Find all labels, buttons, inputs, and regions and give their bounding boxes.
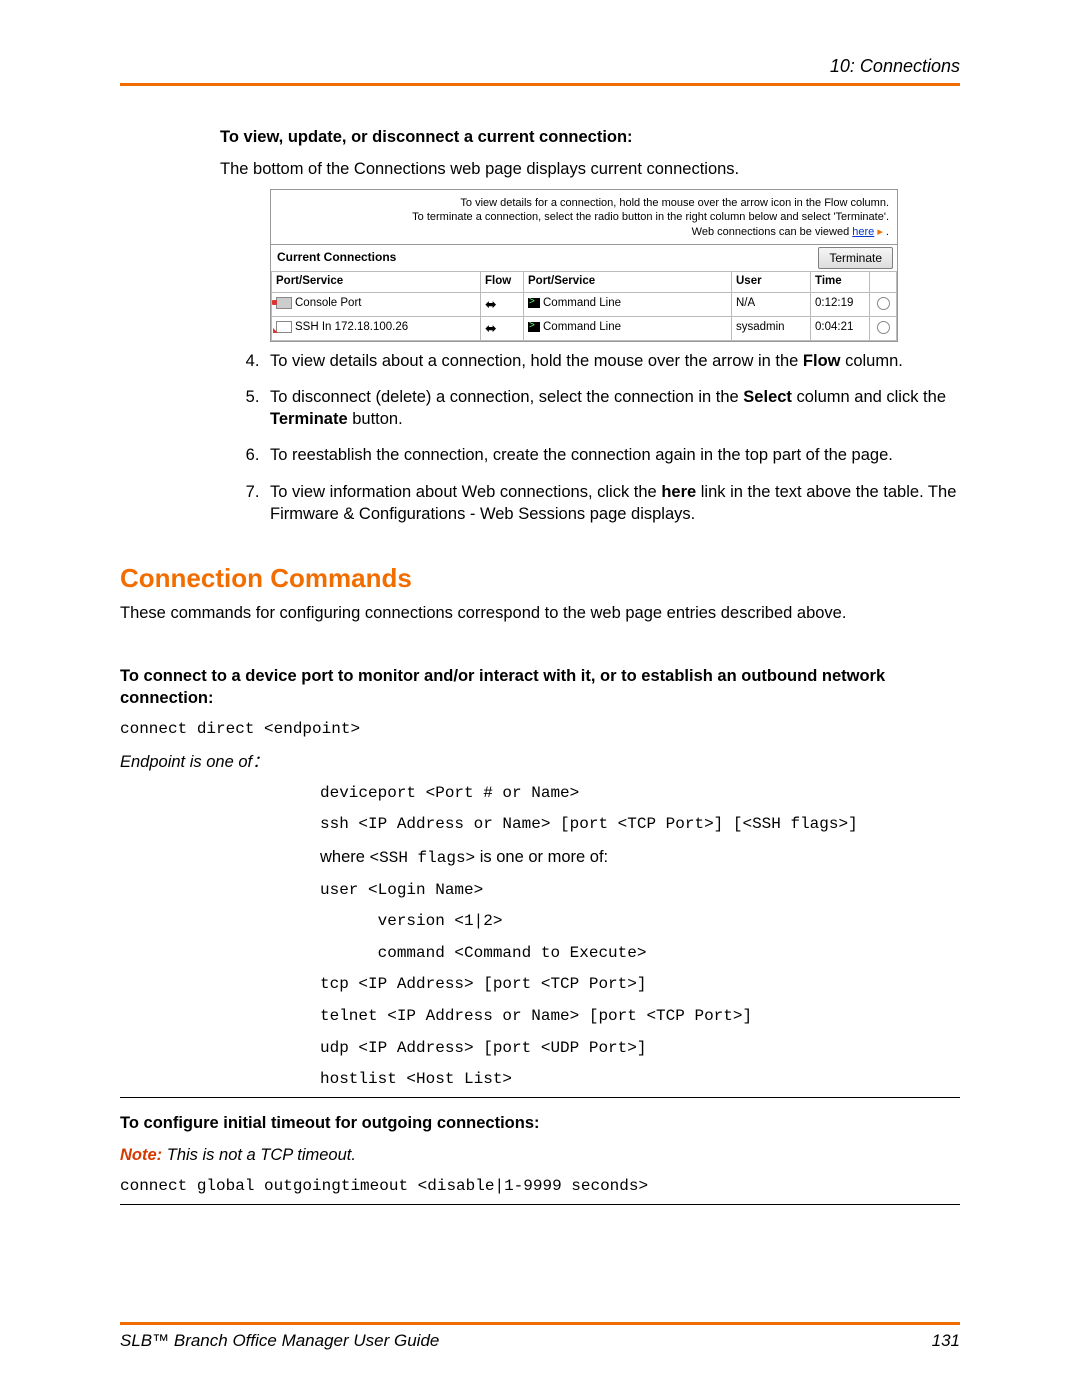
cmd-outgoing-timeout: connect global outgoingtimeout <disable|… (120, 1176, 960, 1198)
cell-user: sysadmin (732, 316, 811, 340)
cell-time: 0:04:21 (811, 316, 870, 340)
endpoint-version: version <1|2> (320, 911, 960, 933)
screenshot-tip-2: To terminate a connection, select the ra… (279, 210, 889, 225)
endpoint-udp: udp <IP Address> [port <UDP Port>] (320, 1038, 960, 1060)
instruction-list: To view details about a connection, hold… (220, 350, 960, 526)
command-line-icon (528, 322, 540, 332)
note-label: Note: (120, 1146, 162, 1164)
col-port-service-1: Port/Service (272, 272, 481, 293)
web-connections-link[interactable]: here (852, 226, 874, 238)
cell-ps2: Command Line (543, 321, 621, 333)
step-6: To reestablish the connection, create th… (264, 444, 960, 466)
select-radio[interactable] (877, 297, 890, 310)
endpoint-ssh: ssh <IP Address or Name> [port <TCP Port… (320, 814, 960, 836)
page-footer: SLB™ Branch Office Manager User Guide 13… (120, 1322, 960, 1351)
section-intro: The bottom of the Connections web page d… (220, 158, 960, 180)
terminate-button[interactable]: Terminate (818, 247, 893, 269)
chevron-right-icon: ▸ (874, 226, 883, 238)
endpoint-user: user <Login Name> (320, 880, 960, 902)
endpoint-tcp: tcp <IP Address> [port <TCP Port>] (320, 974, 960, 996)
table-row: Console Port ⬌ Command Line N/A 0:12:19 (272, 292, 897, 316)
cell-user: N/A (732, 292, 811, 316)
step-7: To view information about Web connection… (264, 481, 960, 526)
connections-screenshot: To view details for a connection, hold t… (270, 189, 898, 342)
col-flow: Flow (481, 272, 524, 293)
endpoint-deviceport: deviceport <Port # or Name> (320, 783, 960, 805)
col-user: User (732, 272, 811, 293)
cell-time: 0:12:19 (811, 292, 870, 316)
table-row: SSH In 172.18.100.26 ⬌ Command Line sysa… (272, 316, 897, 340)
connection-commands-heading: Connection Commands (120, 561, 960, 596)
chapter-label: 10: Connections (120, 56, 960, 77)
endpoint-hostlist: hostlist <Host List> (320, 1069, 960, 1091)
endpoint-command: command <Command to Execute> (320, 943, 960, 965)
col-select (870, 272, 897, 293)
cell-ps1: SSH In 172.18.100.26 (295, 321, 408, 333)
screenshot-tip-1: To view details for a connection, hold t… (279, 196, 889, 211)
endpoint-telnet: telnet <IP Address or Name> [port <TCP P… (320, 1006, 960, 1028)
cell-ps2: Command Line (543, 297, 621, 309)
screenshot-tip-3b: . (883, 226, 889, 238)
current-connections-label: Current Connections (271, 245, 814, 271)
timeout-heading: To configure initial timeout for outgoin… (120, 1112, 960, 1134)
footer-guide-title: SLB™ Branch Office Manager User Guide (120, 1331, 439, 1351)
footer-page-number: 131 (932, 1331, 960, 1351)
step-4: To view details about a connection, hold… (264, 350, 960, 372)
connections-table: Port/Service Flow Port/Service User Time… (271, 271, 897, 340)
ssh-in-icon (276, 321, 292, 333)
header-rule (120, 83, 960, 86)
ssh-flags-where-c: is one or more of: (475, 848, 608, 866)
divider (120, 1204, 960, 1205)
note-text: This is not a TCP timeout. (162, 1146, 356, 1164)
connect-heading: To connect to a device port to monitor a… (120, 665, 960, 710)
cmd-connect-direct: connect direct <endpoint> (120, 719, 960, 741)
flow-arrow-icon[interactable]: ⬌ (481, 292, 524, 316)
select-radio[interactable] (877, 321, 890, 334)
flow-arrow-icon[interactable]: ⬌ (481, 316, 524, 340)
command-line-icon (528, 298, 540, 308)
endpoint-label: Endpoint is one of： (120, 751, 960, 773)
cell-ps1: Console Port (295, 297, 361, 309)
step-5: To disconnect (delete) a connection, sel… (264, 386, 960, 431)
commands-intro: These commands for configuring connectio… (120, 602, 960, 624)
col-time: Time (811, 272, 870, 293)
col-port-service-2: Port/Service (524, 272, 732, 293)
ssh-flags-code: <SSH flags> (370, 849, 476, 867)
console-port-icon (276, 297, 292, 309)
divider (120, 1097, 960, 1098)
section-heading: To view, update, or disconnect a current… (220, 126, 960, 148)
ssh-flags-where-a: where (320, 848, 370, 866)
screenshot-tip-3a: Web connections can be viewed (692, 226, 853, 238)
